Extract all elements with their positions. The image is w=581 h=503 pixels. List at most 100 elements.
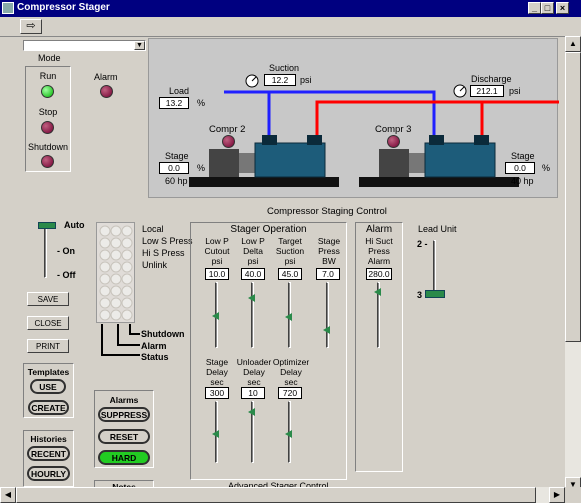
low-p-delta-value[interactable]: 40.0 <box>241 268 265 280</box>
load-value: 13.2 <box>159 97 189 109</box>
optimizer-delay-label: Optimizer Delay sec <box>272 357 310 387</box>
lead-unit-title: Lead Unit <box>418 224 457 234</box>
mode-switch-track[interactable] <box>44 222 47 278</box>
print-button[interactable]: PRINT <box>27 339 69 353</box>
reset-button[interactable]: RESET <box>98 429 150 444</box>
stage-right-label: Stage <box>511 151 535 161</box>
mode-dropdown[interactable]: ▼ <box>23 40 146 51</box>
stop-label: Stop <box>38 107 58 117</box>
use-template-button[interactable]: USE <box>30 379 66 394</box>
optimizer-delay-value[interactable]: 720 <box>278 387 302 399</box>
templates-panel: Templates USE CREATE <box>23 363 74 418</box>
discharge-value: 212.1 <box>470 85 504 97</box>
chevron-down-icon[interactable]: ▼ <box>134 41 145 50</box>
target-suction-slider-thumb[interactable] <box>285 313 292 321</box>
histories-title: Histories <box>30 434 67 444</box>
lead-unit-top-label: 2 - <box>417 239 428 249</box>
stage-left-value: 0.0 <box>159 162 189 174</box>
discharge-label: Discharge <box>471 74 512 84</box>
param-low-p-delta-label: Low P Delta psi <box>241 236 265 266</box>
hard-button[interactable]: HARD <box>98 450 150 465</box>
indicator-grid-cells <box>99 225 133 321</box>
title-bar: Compressor Stager _ □ × <box>0 0 581 17</box>
low-p-cutout-value[interactable]: 10.0 <box>205 268 229 280</box>
mode-switch-handle[interactable] <box>38 222 56 229</box>
stage-press-bw-value[interactable]: 7.0 <box>316 268 340 280</box>
param-target-suction-label: Target Suction psi <box>275 236 305 266</box>
alarm-label: Alarm <box>94 72 118 82</box>
stage-press-bw-slider[interactable] <box>326 282 329 348</box>
run-indicator <box>41 85 54 98</box>
unloader-delay-value[interactable]: 10 <box>241 387 265 399</box>
load-label: Load <box>169 86 190 96</box>
lead-unit-selector-handle[interactable] <box>425 290 445 298</box>
stage-right-value: 0.0 <box>505 162 535 174</box>
shutdown-indicator <box>41 155 54 168</box>
low-p-delta-slider-thumb[interactable] <box>248 294 255 302</box>
shutdown-label: Shutdown <box>27 142 69 152</box>
optimizer-delay-slider-thumb[interactable] <box>285 430 292 438</box>
stage-delay-slider-thumb[interactable] <box>212 430 219 438</box>
compr2-indicator <box>222 135 235 148</box>
status-indicator-label: Status <box>141 352 169 362</box>
alarm-indicator-label: Alarm <box>141 341 167 351</box>
hourly-history-button[interactable]: HOURLY <box>27 466 70 481</box>
indicator-unlink: Unlink <box>142 260 168 270</box>
horizontal-scroll-thumb[interactable] <box>16 487 536 503</box>
stage-left-label: Stage <box>165 151 189 161</box>
auto-label: Auto <box>64 220 85 230</box>
scroll-right-icon[interactable]: ▶ <box>549 487 565 503</box>
compr3-label: Compr 3 <box>375 124 412 135</box>
alarm-indicator <box>100 85 113 98</box>
target-suction-value[interactable]: 45.0 <box>278 268 302 280</box>
hi-suct-press-alarm-slider-thumb[interactable] <box>374 288 381 296</box>
compr3-indicator <box>387 135 400 148</box>
vertical-scroll-thumb[interactable] <box>565 52 581 342</box>
stage-left-hp: 60 hp <box>165 176 188 186</box>
off-label: - Off <box>57 270 76 280</box>
scroll-left-icon[interactable]: ◀ <box>0 487 16 503</box>
scroll-up-icon[interactable]: ▲ <box>565 36 581 52</box>
low-p-cutout-slider-thumb[interactable] <box>212 312 219 320</box>
mode-label: Mode <box>38 53 61 63</box>
piping-diagram <box>189 74 559 187</box>
suction-label: Suction <box>269 63 300 73</box>
indicator-bracket <box>101 324 140 356</box>
indicator-grid <box>96 222 135 323</box>
suction-unit: psi <box>300 75 312 85</box>
lead-unit-bottom-label: 3 <box>417 290 423 300</box>
suppress-button[interactable]: SUPPRESS <box>98 407 150 422</box>
unloader-delay-slider-thumb[interactable] <box>248 408 255 416</box>
save-button[interactable]: SAVE <box>27 292 69 306</box>
toolbar <box>0 17 581 37</box>
window-title: Compressor Stager <box>17 2 110 13</box>
hi-suct-press-alarm-value[interactable]: 280.0 <box>366 268 392 280</box>
indicator-local: Local <box>142 224 164 234</box>
horizontal-scrollbar[interactable]: ◀ ▶ <box>0 487 565 503</box>
param-low-p-cutout-label: Low P Cutout psi <box>204 236 230 266</box>
suction-value: 12.2 <box>264 74 296 86</box>
indicator-hi-s-press: Hi S Press <box>142 248 185 258</box>
discharge-unit: psi <box>509 86 521 96</box>
stop-indicator <box>41 121 54 134</box>
arrow-right-icon[interactable]: ⇨ <box>20 19 42 34</box>
stage-delay-label: Stage Delay sec <box>205 357 229 387</box>
hi-suct-press-alarm-label: Hi Suct Press Alarm <box>365 236 393 266</box>
close-button[interactable]: CLOSE <box>27 316 69 330</box>
minimize-button[interactable]: _ <box>528 2 541 14</box>
compressor-diagram: Load 13.2 % Suction 12.2 psi Discharge 2… <box>148 38 559 198</box>
templates-title: Templates <box>27 367 70 377</box>
low-p-delta-slider[interactable] <box>251 282 254 348</box>
maximize-button[interactable]: □ <box>541 2 554 14</box>
indicator-low-s-press: Low S Press <box>142 236 193 246</box>
on-label: - On <box>57 246 75 256</box>
recent-history-button[interactable]: RECENT <box>27 446 70 461</box>
stage-press-bw-slider-thumb[interactable] <box>323 326 330 334</box>
alarms-title: Alarms <box>109 395 139 405</box>
create-template-button[interactable]: CREATE <box>28 400 69 415</box>
close-window-button[interactable]: × <box>556 2 569 14</box>
vertical-scrollbar[interactable]: ▲ ▼ <box>565 36 581 493</box>
stage-right-unit: % <box>542 163 551 173</box>
stage-delay-value[interactable]: 300 <box>205 387 229 399</box>
load-unit: % <box>197 98 206 108</box>
